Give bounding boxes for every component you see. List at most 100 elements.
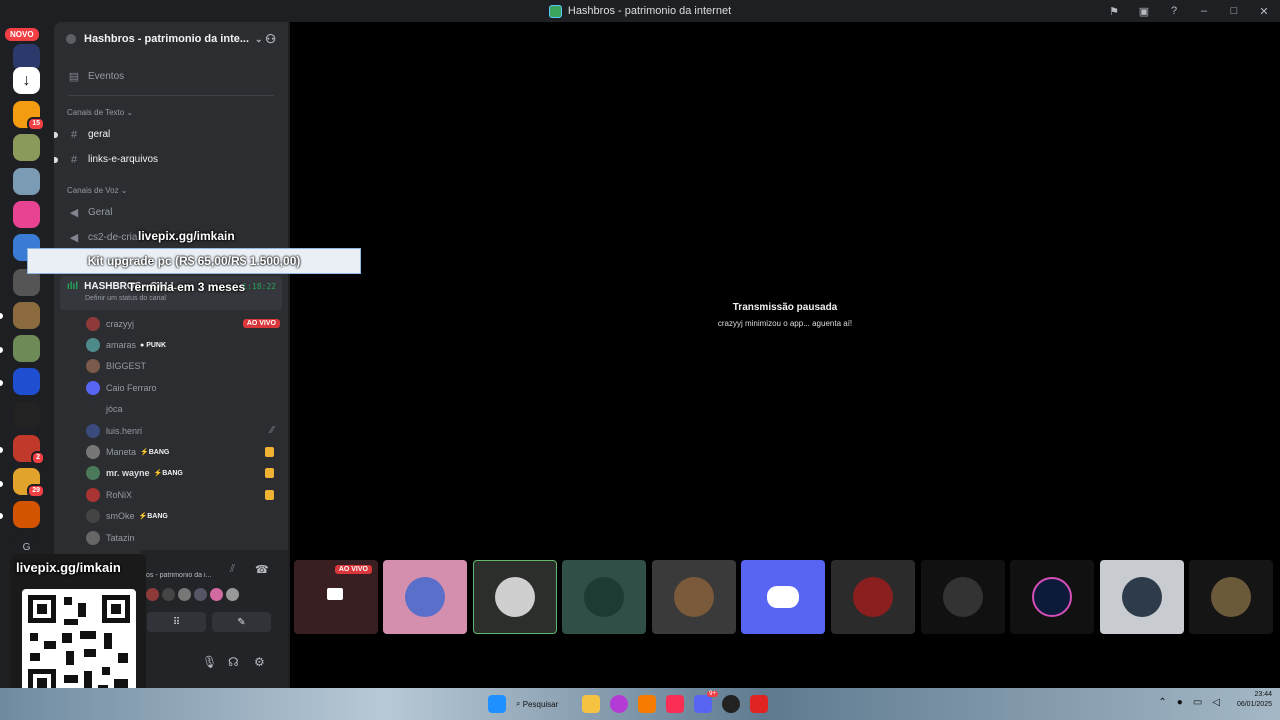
call-timer: 1:18:22	[242, 282, 276, 291]
volume-icon[interactable]: ◁	[1212, 697, 1220, 708]
taskbar-items: ⌕ Pesquisar 9+	[488, 691, 768, 716]
server-status-icon	[66, 34, 76, 44]
discord-taskbar-icon[interactable]: 9+	[694, 691, 718, 713]
avatar	[210, 588, 223, 601]
participant-tile[interactable]	[1189, 560, 1273, 634]
events-item[interactable]: ▤ Eventos	[54, 64, 288, 89]
server-icon[interactable]: 2	[13, 435, 45, 465]
unread-pill	[0, 380, 3, 386]
soundboard-icon: ✎	[237, 616, 246, 628]
file-explorer-icon[interactable]	[582, 695, 600, 713]
server-icon[interactable]	[13, 201, 40, 228]
participant-tile[interactable]	[1010, 560, 1094, 634]
soundboard-button[interactable]: ✎	[212, 612, 271, 632]
participant-tile[interactable]	[831, 560, 915, 634]
server-icon[interactable]: 29	[13, 468, 45, 498]
channel-links-e-arquivos[interactable]: # links-e-arquivos	[54, 147, 288, 172]
server-icon[interactable]	[13, 501, 40, 528]
hash-icon: #	[70, 128, 78, 141]
taskbar-search[interactable]: ⌕ Pesquisar	[516, 699, 572, 709]
goal-ends: Termina em 3 meses	[128, 280, 246, 294]
search-icon: ⌕	[516, 699, 523, 708]
paused-title: Transmissão pausada	[732, 302, 838, 313]
participant-tile[interactable]	[1100, 560, 1184, 634]
server-icon[interactable]	[13, 335, 40, 362]
avatar	[86, 445, 100, 460]
member-row[interactable]: RoNiX	[54, 484, 288, 505]
app-icon[interactable]	[750, 695, 768, 713]
avatar	[1122, 577, 1162, 617]
server-icon[interactable]	[13, 402, 40, 429]
channel-geral[interactable]: # geral	[54, 122, 288, 147]
participant-tile[interactable]	[562, 560, 646, 634]
activities-button[interactable]: ⠿	[147, 612, 206, 632]
chevron-up-icon[interactable]: ⌃	[1158, 697, 1166, 708]
participant-tile[interactable]	[473, 560, 557, 634]
obs-icon[interactable]	[722, 695, 740, 713]
novo-badge: NOVO	[5, 28, 39, 41]
member-row[interactable]: crazyyj AO VIVO	[54, 313, 288, 334]
avatar	[146, 588, 159, 601]
participant-tile[interactable]	[741, 560, 825, 634]
member-row[interactable]: jóca	[54, 399, 288, 420]
stream-tile[interactable]: AO VIVO	[294, 560, 378, 634]
member-row[interactable]: BIGGEST	[54, 356, 288, 377]
inbox-icon[interactable]: ⚑	[1106, 5, 1122, 18]
app-icon[interactable]	[610, 695, 628, 713]
mic-icon[interactable]: ●	[1177, 697, 1183, 708]
minimize-button[interactable]: –	[1196, 5, 1212, 17]
screen-icon[interactable]: ▣	[1136, 5, 1152, 18]
member-row[interactable]: mr. wayne ⚡BANG	[54, 463, 288, 484]
invite-icon[interactable]: ⚇	[265, 32, 276, 46]
member-row[interactable]: amaras ● PUNK	[54, 334, 288, 355]
download-icon[interactable]: ↓	[13, 67, 40, 94]
headphones-icon[interactable]: ☊	[228, 655, 239, 669]
network-icon[interactable]: ▭	[1193, 697, 1202, 708]
avatar	[86, 380, 100, 395]
member-row[interactable]: Maneta ⚡BANG	[54, 441, 288, 462]
server-header[interactable]: Hashbros - patrimonio da inte... ⌄ ⚇	[54, 22, 288, 56]
avatar	[86, 402, 100, 417]
server-icon[interactable]: 15	[13, 101, 45, 131]
maximize-button[interactable]: □	[1226, 5, 1242, 17]
mic-icon[interactable]: 🎙	[202, 655, 217, 669]
avatar	[86, 530, 100, 545]
participant-tile[interactable]	[921, 560, 1005, 634]
clock[interactable]: 23:44 06/01/2025	[1237, 690, 1272, 710]
member-row[interactable]: Tatazin	[54, 527, 288, 548]
avatar	[86, 509, 100, 524]
chevron-down-icon: ⌄	[255, 33, 263, 44]
member-row[interactable]: luis.henri ⁄⁄	[54, 420, 288, 441]
help-icon[interactable]: ?	[1166, 5, 1182, 17]
avatar	[1211, 577, 1251, 617]
server-icon[interactable]	[13, 302, 40, 329]
music-icon[interactable]	[666, 695, 684, 713]
server-icon[interactable]	[13, 134, 40, 161]
member-row[interactable]: smOke ⚡BANG	[54, 506, 288, 527]
server-name: Hashbros - patrimonio da inte...	[84, 33, 250, 45]
overlay-link: livepix.gg/imkain	[138, 229, 235, 243]
voice-channel-geral[interactable]: ◀ Geral	[54, 200, 288, 225]
voice-level-icon: ılıl	[67, 281, 79, 292]
disconnect-icon[interactable]: ☎	[255, 563, 269, 576]
fl-studio-icon[interactable]	[638, 695, 656, 713]
unread-pill	[0, 313, 3, 319]
server-icon[interactable]	[13, 168, 40, 195]
category-text[interactable]: Canais de Texto ⌄	[54, 102, 288, 122]
window-titlebar: Hashbros - patrimonio da internet ⚑ ▣ ? …	[0, 0, 1280, 22]
unread-pill	[0, 513, 3, 519]
noise-icon[interactable]: ⫽	[230, 563, 235, 576]
channel-status[interactable]: Definir um status do canal	[67, 295, 275, 302]
calendar-icon: ▤	[68, 71, 80, 83]
participant-tile[interactable]	[652, 560, 736, 634]
settings-icon[interactable]: ⚙	[254, 655, 265, 669]
member-row[interactable]: Caio Ferraro	[54, 377, 288, 398]
server-icon[interactable]	[13, 368, 40, 395]
close-button[interactable]: ✕	[1256, 5, 1272, 18]
live-badge: AO VIVO	[242, 319, 280, 329]
avatar	[86, 423, 100, 438]
hash-icon: #	[70, 153, 78, 166]
participant-tile[interactable]	[383, 560, 467, 634]
windows-start-icon[interactable]	[488, 695, 506, 713]
category-voice[interactable]: Canais de Voz ⌄	[54, 180, 288, 200]
